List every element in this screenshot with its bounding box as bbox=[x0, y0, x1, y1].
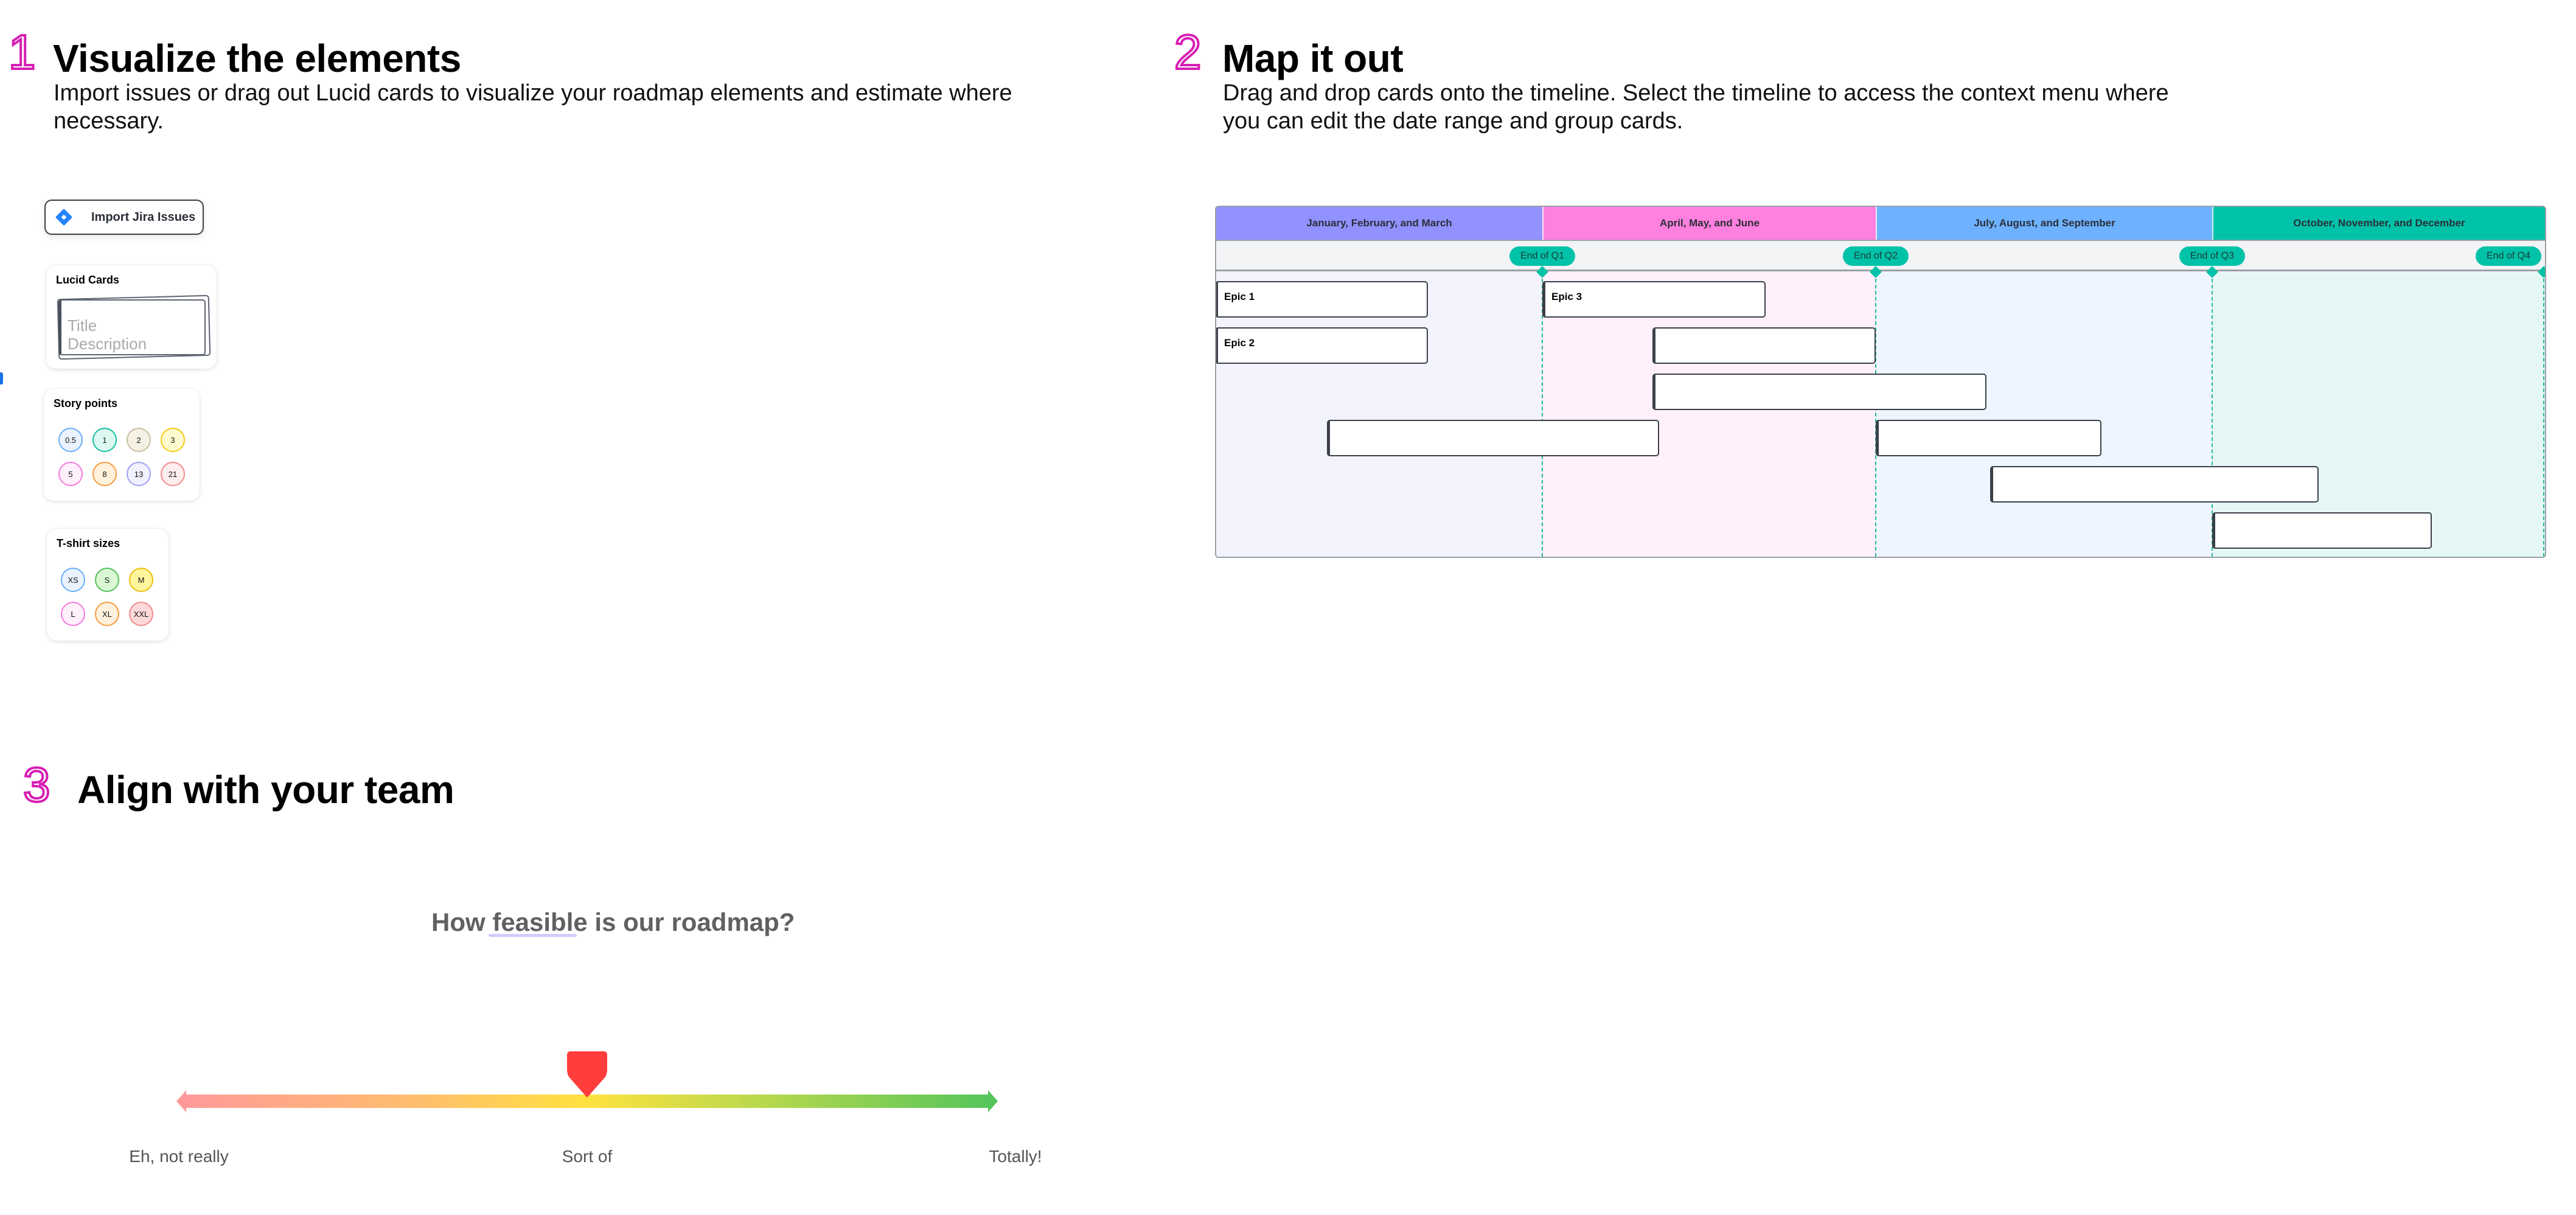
estimate-chip[interactable]: S bbox=[95, 568, 119, 592]
roadmap-card[interactable]: Epic 2 bbox=[1216, 327, 1429, 364]
roadmap-card[interactable] bbox=[2212, 512, 2432, 549]
roadmap-card[interactable]: Epic 1 bbox=[1216, 281, 1429, 318]
lucid-card-template[interactable]: Title Description bbox=[58, 299, 206, 355]
card-title: Epic 2 bbox=[1224, 337, 1255, 349]
card-title: Epic 3 bbox=[1551, 291, 1582, 302]
slider-marker[interactable] bbox=[567, 1051, 607, 1098]
estimate-chip[interactable]: M bbox=[129, 568, 153, 592]
section-title-align: Align with your team bbox=[77, 768, 454, 812]
import-jira-label: Import Jira Issues bbox=[91, 210, 196, 224]
roadmap-card[interactable] bbox=[1876, 420, 2101, 456]
milestone-label[interactable]: End of Q3 bbox=[2179, 246, 2246, 266]
estimate-chip[interactable]: 3 bbox=[161, 428, 185, 452]
estimate-chip[interactable]: XS bbox=[61, 568, 85, 592]
jira-icon bbox=[55, 208, 73, 226]
roadmap-card[interactable] bbox=[1327, 420, 1659, 456]
estimate-chip[interactable]: 2 bbox=[127, 428, 151, 452]
slider-label-mid: Sort of bbox=[562, 1147, 613, 1166]
subtitle-line: you can edit the date range and group ca… bbox=[1223, 108, 1683, 134]
slider-label-high: Totally! bbox=[989, 1147, 1042, 1166]
section-subtitle-map: Drag and drop cards onto the timeline. S… bbox=[1223, 79, 2318, 135]
quarter-header[interactable]: October, November, and December bbox=[2212, 207, 2545, 240]
story-points-title: Story points bbox=[54, 397, 118, 409]
subtitle-line: necessary. bbox=[54, 108, 164, 134]
quarter-header[interactable]: July, August, and September bbox=[1876, 207, 2212, 240]
section-subtitle-visualize: Import issues or drag out Lucid cards to… bbox=[54, 79, 1088, 135]
milestone-label[interactable]: End of Q1 bbox=[1509, 246, 1576, 266]
estimate-chip[interactable]: 0.5 bbox=[58, 428, 83, 452]
quarter-lane bbox=[1876, 273, 2212, 557]
feasibility-question: How feasible is our roadmap? bbox=[431, 908, 795, 937]
estimate-chip[interactable]: L bbox=[61, 602, 85, 626]
tshirt-sizes-title: T-shirt sizes bbox=[57, 537, 120, 549]
roadmap-card[interactable] bbox=[1990, 466, 2319, 503]
estimate-chip[interactable]: 1 bbox=[92, 428, 117, 452]
question-suffix: is our roadmap? bbox=[587, 908, 795, 936]
section-title-map: Map it out bbox=[1222, 37, 1404, 80]
estimate-chip[interactable]: XXL bbox=[129, 602, 153, 626]
card-title: Epic 1 bbox=[1224, 291, 1255, 302]
step-number-3: 3 bbox=[22, 757, 51, 812]
card-title-placeholder: Title bbox=[68, 316, 97, 335]
slider-label-low: Eh, not really bbox=[129, 1147, 229, 1166]
roadmap-card[interactable]: Epic 3 bbox=[1542, 281, 1766, 318]
subtitle-line: Import issues or drag out Lucid cards to… bbox=[54, 80, 1012, 106]
question-prefix: How bbox=[431, 908, 493, 936]
card-description-placeholder: Description bbox=[68, 335, 147, 353]
quarter-header[interactable]: April, May, and June bbox=[1542, 207, 1876, 240]
lucid-cards-panel: Lucid Cards Title Description bbox=[46, 265, 217, 369]
roadmap-card[interactable] bbox=[1652, 327, 1876, 364]
slider-right-arrow bbox=[988, 1090, 998, 1112]
lucid-cards-title: Lucid Cards bbox=[56, 274, 120, 286]
estimate-chip[interactable]: 8 bbox=[92, 462, 117, 486]
milestone-line bbox=[2543, 273, 2544, 557]
section-title-visualize: Visualize the elements bbox=[53, 37, 461, 80]
tshirt-sizes-panel: T-shirt sizes XS S M L XL XXL bbox=[47, 529, 169, 641]
story-points-panel: Story points 0.5 1 2 3 5 8 13 21 bbox=[44, 389, 200, 501]
step-number-1: 1 bbox=[7, 25, 37, 79]
feasibility-slider[interactable] bbox=[176, 1051, 998, 1119]
milestone-line bbox=[1875, 273, 1876, 557]
selection-handle[interactable] bbox=[0, 372, 3, 385]
milestone-label[interactable]: End of Q4 bbox=[2475, 246, 2542, 266]
estimate-chip[interactable]: 13 bbox=[127, 462, 151, 486]
subtitle-line: Drag and drop cards onto the timeline. S… bbox=[1223, 80, 2169, 106]
import-jira-issues-button[interactable]: Import Jira Issues bbox=[44, 200, 204, 235]
question-emphasis: feasible bbox=[492, 908, 588, 936]
emphasis-underline bbox=[489, 934, 577, 937]
estimate-chip[interactable]: 5 bbox=[58, 462, 83, 486]
roadmap-timeline[interactable]: January, February, and March April, May, … bbox=[1215, 206, 2546, 558]
estimate-chip[interactable]: XL bbox=[95, 602, 119, 626]
estimate-chip[interactable]: 21 bbox=[161, 462, 185, 486]
quarter-header[interactable]: January, February, and March bbox=[1216, 207, 1542, 240]
step-number-2: 2 bbox=[1173, 25, 1202, 79]
roadmap-card[interactable] bbox=[1652, 374, 1987, 410]
milestone-label[interactable]: End of Q2 bbox=[1842, 246, 1909, 266]
